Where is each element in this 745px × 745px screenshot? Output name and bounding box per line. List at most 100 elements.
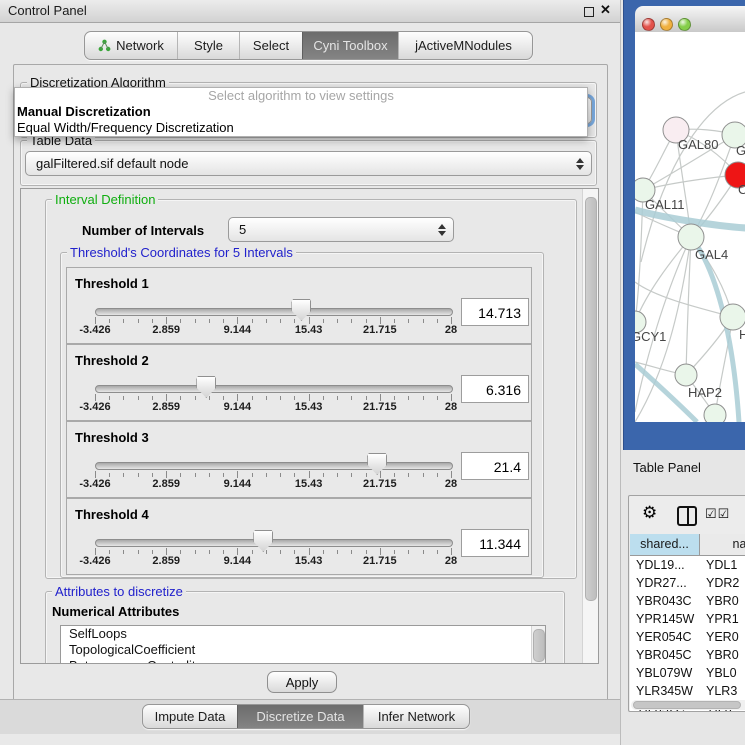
table-toolbar: ⚙ ☑☑ [629, 496, 745, 534]
attribute-list-item[interactable]: SelfLoops [61, 626, 545, 642]
float-window-icon[interactable] [584, 7, 594, 17]
table-row[interactable]: YBL079WYBL0 [630, 664, 745, 682]
interval-definition-group: Interval Definition Number of Intervals … [45, 199, 577, 579]
dropdown-option[interactable]: Manual Discretization [15, 104, 587, 120]
minor-tick [394, 473, 395, 477]
number-of-intervals-combobox[interactable]: 5 [228, 217, 454, 242]
minor-tick [209, 550, 210, 554]
slider-thumb[interactable] [253, 530, 273, 552]
close-icon[interactable]: ✕ [600, 2, 611, 18]
minor-tick [366, 473, 367, 477]
table-panel-titlebar: Table Panel [621, 452, 745, 484]
minor-tick [152, 319, 153, 323]
slider-track[interactable] [95, 462, 453, 470]
network-node-label: GAL11 [645, 197, 685, 212]
attribute-list-item[interactable]: TopologicalCoefficient [61, 642, 545, 658]
network-window-titlebar[interactable] [635, 6, 745, 33]
node-table[interactable]: shared...na YDL19...YDL1YDR27...YDR2YBR0… [630, 534, 745, 711]
right-column: GAL80GACGAL11GAL4GCY1HHAP2 Table Panel ⚙… [620, 0, 745, 745]
split-view-icon[interactable] [677, 506, 697, 526]
table-row[interactable]: YBR045CYBR0 [630, 646, 745, 664]
table-row[interactable]: YDL19...YDL1 [630, 556, 745, 574]
table-cell: YBR0 [700, 592, 745, 610]
column-header-2[interactable]: na [700, 534, 745, 555]
tab-style[interactable]: Style [177, 32, 239, 59]
column-header-1[interactable]: shared... [630, 534, 700, 555]
minor-tick [337, 396, 338, 400]
minor-tick [294, 396, 295, 400]
slider-track[interactable] [95, 539, 453, 547]
network-node[interactable] [675, 364, 697, 386]
minor-tick [423, 473, 424, 477]
table-hscrollbar-thumb[interactable] [633, 701, 741, 709]
table-data-combobox[interactable]: galFiltered.sif default node [25, 151, 592, 176]
network-edge[interactable] [715, 317, 733, 415]
minor-tick [323, 473, 324, 477]
zoom-traffic-light-icon[interactable] [678, 18, 691, 31]
tab-label: Select [253, 38, 289, 53]
minor-tick [437, 396, 438, 400]
minor-tick [280, 473, 281, 477]
slider-track[interactable] [95, 308, 453, 316]
control-panel: Control Panel ✕ NetworkStyleSelectCyni T… [0, 0, 620, 745]
table-row[interactable]: YLR345WYLR3 [630, 682, 745, 700]
minor-tick [209, 319, 210, 323]
attributes-scrollbar-thumb[interactable] [533, 629, 545, 662]
slider-thumb[interactable] [196, 376, 216, 398]
minor-tick [280, 319, 281, 323]
table-row[interactable]: YER054CYER0 [630, 628, 745, 646]
minor-tick [266, 396, 267, 400]
minor-tick [408, 473, 409, 477]
dropdown-option[interactable]: Equal Width/Frequency Discretization [15, 120, 587, 136]
tab-select[interactable]: Select [239, 32, 302, 59]
minor-tick [394, 319, 395, 323]
threshold-label: Threshold 3 [75, 430, 149, 445]
network-node-label: GAL4 [695, 247, 728, 262]
tab-cyni-toolbox[interactable]: Cyni Toolbox [302, 32, 398, 59]
numerical-attributes-list[interactable]: SelfLoopsTopologicalCoefficientBetweenne… [60, 625, 546, 664]
minor-tick [180, 550, 181, 554]
minor-tick [123, 319, 124, 323]
attribute-list-item[interactable]: BetweennessCentrality [61, 658, 545, 664]
tab-discretize-data[interactable]: Discretize Data [237, 705, 363, 728]
minor-tick [223, 396, 224, 400]
minor-tick [323, 396, 324, 400]
slider-track[interactable] [95, 385, 453, 393]
tab-jactivemnodules[interactable]: jActiveMNodules [398, 32, 528, 59]
threshold-value-field[interactable]: 14.713 [461, 298, 529, 326]
network-graph: GAL80GACGAL11GAL4GCY1HHAP2 [635, 32, 745, 422]
tab-label: Discretize Data [256, 709, 344, 724]
network-node[interactable] [704, 404, 726, 422]
attributes-scrollbar[interactable] [531, 626, 545, 664]
threshold-value-field[interactable]: 11.344 [461, 529, 529, 557]
table-horizontal-scrollbar[interactable] [631, 700, 745, 710]
tab-network[interactable]: Network [85, 32, 177, 59]
tick-label: -3.426 [65, 324, 125, 336]
gear-icon[interactable]: ⚙ [642, 503, 657, 523]
major-tick [451, 317, 452, 324]
tab-infer-network[interactable]: Infer Network [363, 705, 469, 728]
table-row[interactable]: YPR145WYPR1 [630, 610, 745, 628]
table-row[interactable]: YDR27...YDR2 [630, 574, 745, 592]
table-panel-title: Table Panel [633, 460, 701, 475]
network-canvas[interactable]: GAL80GACGAL11GAL4GCY1HHAP2 [635, 32, 745, 422]
minimize-traffic-light-icon[interactable] [660, 18, 673, 31]
minor-tick [294, 550, 295, 554]
slider-thumb[interactable] [367, 453, 387, 475]
table-row[interactable]: YBR043CYBR0 [630, 592, 745, 610]
checkbox-columns-icon[interactable]: ☑☑ [705, 506, 730, 522]
minor-tick [195, 396, 196, 400]
tick-label: 15.43 [279, 324, 339, 336]
close-traffic-light-icon[interactable] [642, 18, 655, 31]
threshold-value-field[interactable]: 21.4 [461, 452, 529, 480]
threshold-value-field[interactable]: 6.316 [461, 375, 529, 403]
apply-button[interactable]: Apply [267, 671, 337, 693]
minor-tick [323, 319, 324, 323]
minor-tick [280, 396, 281, 400]
major-tick [309, 317, 310, 324]
settings-scrollbar[interactable] [582, 189, 598, 663]
network-edge[interactable] [686, 237, 691, 375]
settings-scrollbar-thumb[interactable] [585, 197, 597, 601]
tab-impute-data[interactable]: Impute Data [143, 705, 237, 728]
network-node-label: GCY1 [635, 329, 666, 344]
